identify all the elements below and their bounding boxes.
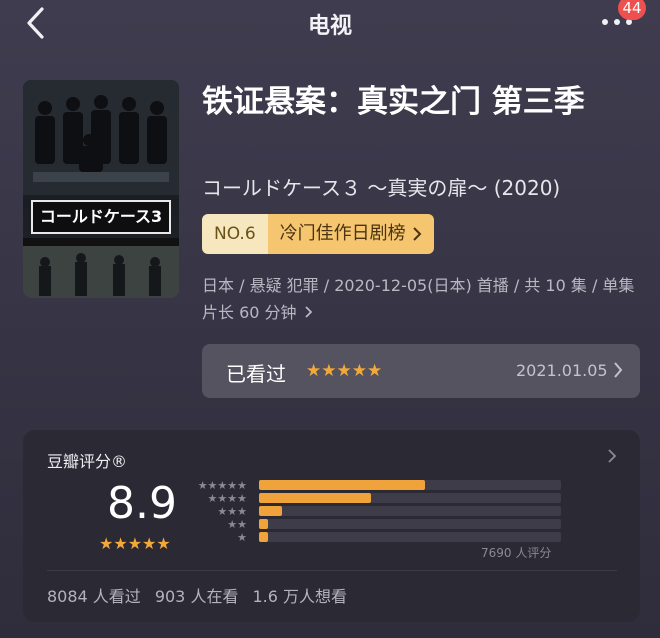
watched-label: 已看过 [226, 362, 286, 386]
rank-list: 冷门佳作日剧榜 [267, 214, 434, 254]
page-title: 电视 [307, 14, 352, 39]
watched-count: 8084 人看过 [47, 587, 141, 606]
poster-art [23, 80, 179, 298]
hist-star-label: ★★★★★ [197, 479, 247, 492]
hist-bar [259, 480, 426, 490]
hist-star-label: ★ [237, 531, 247, 544]
hist-bar [259, 519, 269, 529]
rank-number: NO.6 [202, 214, 268, 254]
rating-score: 8.9 [107, 478, 177, 529]
my-rating-row[interactable]: 已看过 ★★★★★ 2021.01.05 [202, 344, 640, 398]
show-original-title: コールドケース３ ～真実の扉～ (2020) [202, 176, 561, 200]
show-title: 铁证悬案：真实之门 第三季 [202, 84, 585, 120]
top-bar: 电视 44 [0, 0, 660, 48]
chevron-right-icon [305, 306, 312, 318]
my-rating-stars: ★★★★★ [306, 361, 383, 381]
chevron-right-icon [608, 449, 617, 463]
notification-badge[interactable]: 44 [618, 0, 646, 20]
wishlist-count: 1.6 万人想看 [252, 587, 347, 606]
show-meta-text: 日本 / 悬疑 犯罪 / 2020-12-05(日本) 首播 / 共 10 集 … [202, 276, 635, 322]
hist-bar [259, 493, 371, 503]
watched-date: 2021.01.05 [516, 361, 608, 380]
audience-stats: 8084 人看过 903 人在看 1.6 万人想看 [47, 583, 347, 607]
rating-card[interactable]: 豆瓣评分® 8.9 ★★★★★ ★★★★★ ★★★★ ★★★ ★★ ★ 7690… [23, 430, 640, 622]
chevron-right-icon [614, 362, 623, 378]
hist-star-label: ★★★★ [207, 492, 247, 505]
chevron-right-icon [412, 227, 422, 241]
rater-count: 7690 人评分 [481, 546, 552, 560]
show-meta[interactable]: 日本 / 悬疑 犯罪 / 2020-12-05(日本) 首播 / 共 10 集 … [202, 272, 642, 326]
rating-source-title: 豆瓣评分® [47, 452, 128, 471]
rank-list-label: 冷门佳作日剧榜 [279, 223, 406, 244]
watching-count: 903 人在看 [154, 587, 239, 606]
hist-star-label: ★★★ [217, 505, 247, 518]
rating-stars: ★★★★★ [99, 534, 171, 553]
hist-star-label: ★★ [227, 518, 247, 531]
divider [47, 570, 617, 571]
poster-title: コールドケース3 [31, 200, 171, 234]
hist-bar [259, 506, 282, 516]
ranking-badge[interactable]: NO.6 冷门佳作日剧榜 [202, 214, 434, 254]
hist-bar [259, 532, 269, 542]
poster-image[interactable]: コールドケース3 [23, 80, 179, 298]
